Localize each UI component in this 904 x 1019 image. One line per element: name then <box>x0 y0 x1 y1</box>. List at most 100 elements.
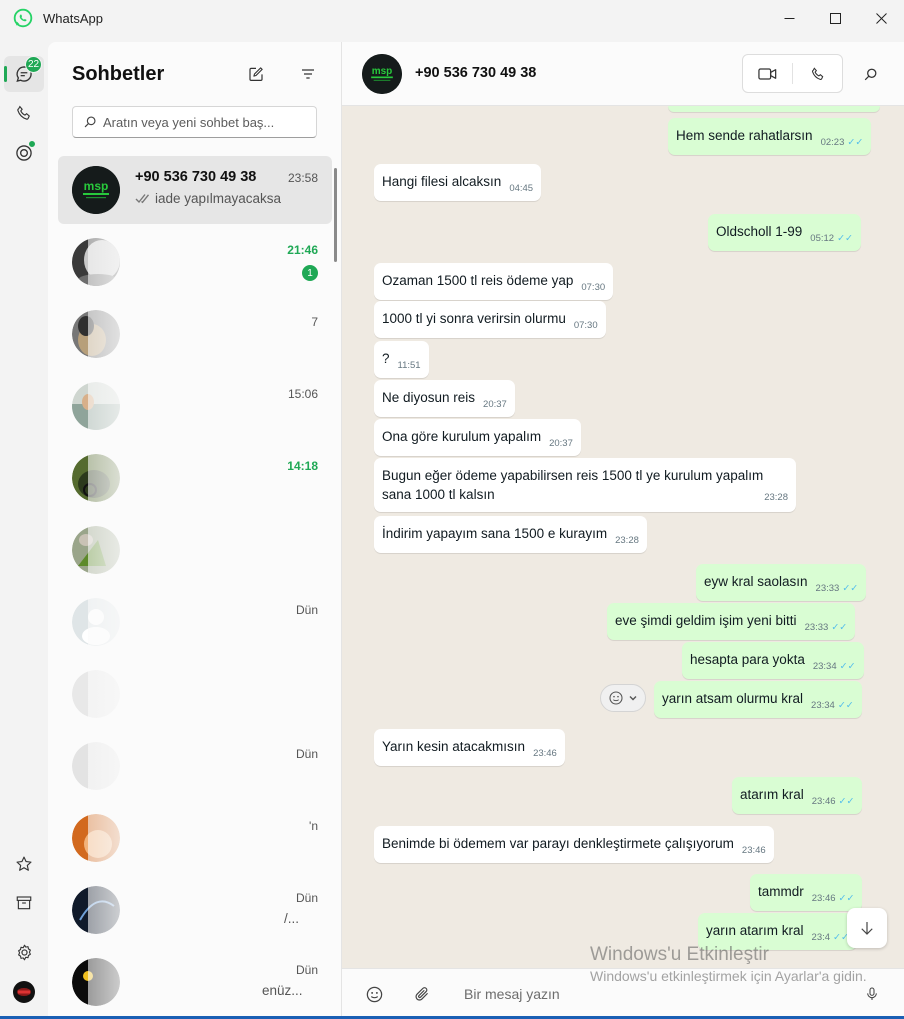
video-call-button[interactable] <box>743 55 792 92</box>
active-indicator <box>4 66 7 82</box>
redacted-area <box>88 516 298 584</box>
app-title: WhatsApp <box>43 10 103 26</box>
message-bubble[interactable]: ? 11:51 <box>374 341 429 378</box>
rail-profile-button[interactable] <box>4 974 44 1010</box>
filter-button[interactable] <box>296 62 320 86</box>
message-bubble[interactable]: yarın atarım kral 23:4 ✓✓ <box>698 913 857 950</box>
close-button[interactable] <box>858 0 904 36</box>
conversation-panel: msp +90 536 730 49 38 Hem sende rahatlar… <box>342 42 904 1019</box>
message-bubble[interactable]: Oldscholl 1-99 05:12 ✓✓ <box>708 214 861 251</box>
redacted-area <box>88 732 298 800</box>
message-bubble[interactable]: atarım kral 23:46 ✓✓ <box>732 777 863 814</box>
paperclip-icon <box>415 987 428 1001</box>
message-bubble[interactable]: Ne diyosun reis 20:37 <box>374 380 515 417</box>
chat-row-time: 23:58 <box>287 171 318 185</box>
chat-row[interactable]: 15:06 <box>58 372 332 440</box>
chat-row[interactable]: 14:18 <box>58 444 332 512</box>
message-bubble[interactable]: tammdr 23:46 ✓✓ <box>750 874 863 911</box>
svg-text:msp: msp <box>84 179 109 193</box>
phone-icon <box>17 105 30 120</box>
chat-row-preview: iade yapılmayacaksa <box>135 191 281 206</box>
message-bubble[interactable]: hesapta para yokta 23:34 ✓✓ <box>682 642 864 679</box>
smiley-icon <box>366 986 382 1002</box>
chat-row[interactable]: Dün <box>58 588 332 656</box>
redacted-area <box>88 372 298 440</box>
message-bubble[interactable]: Ozaman 1500 tl reis ödeme yap 07:30 <box>374 263 614 300</box>
redacted-area <box>88 588 298 656</box>
reaction-button[interactable] <box>600 684 646 712</box>
search-input[interactable] <box>103 114 303 130</box>
navigation-rail: 22 <box>0 36 48 1019</box>
chat-row-time: 7 <box>311 315 318 329</box>
conversation-contact-name[interactable]: +90 536 730 49 38 <box>415 65 536 81</box>
voice-message-button[interactable] <box>860 982 884 1006</box>
chat-row[interactable]: Dün enüz... <box>58 948 332 1016</box>
chat-row-preview-text: iade yapılmayacaksa <box>155 191 282 206</box>
gear-icon <box>17 944 31 960</box>
new-chat-button[interactable] <box>244 62 268 86</box>
attach-button[interactable] <box>410 982 434 1006</box>
close-icon <box>875 12 887 24</box>
chat-row-time: Dün <box>295 891 318 905</box>
message-bubble[interactable]: Hem sende rahatlarsın 02:23 ✓✓ <box>668 118 872 155</box>
phone-icon <box>811 66 823 80</box>
redacted-area <box>88 804 298 872</box>
message-bubble[interactable]: yarın atsam olurmu kral 23:34 ✓✓ <box>654 681 862 718</box>
message-bubble[interactable]: Yarın kesin atacakmısın 23:46 <box>374 729 565 766</box>
maximize-button[interactable] <box>812 0 858 36</box>
conversation-avatar[interactable]: msp <box>362 54 402 94</box>
arrow-down-icon <box>861 922 873 935</box>
chat-row[interactable] <box>58 660 332 728</box>
message-bubble[interactable]: Bugun eğer ödeme yapabilirsen reis 1500 … <box>374 458 796 512</box>
redacted-area <box>88 444 298 512</box>
rail-calls-button[interactable] <box>4 95 44 131</box>
rail-status-button[interactable] <box>4 135 44 171</box>
chat-list-header: Sohbetler <box>48 42 341 106</box>
message-bubble[interactable]: eve şimdi geldim işim yeni bitti 23:33 ✓✓ <box>607 603 856 640</box>
message-bubble[interactable]: Ona göre kurulum yapalım 20:37 <box>374 419 581 456</box>
star-icon <box>16 856 32 871</box>
chat-row[interactable] <box>58 516 332 584</box>
minimize-button[interactable] <box>766 0 812 36</box>
read-receipt-icon: ✓✓ <box>831 622 848 633</box>
emoji-button[interactable] <box>362 982 386 1006</box>
rail-starred-button[interactable] <box>4 846 44 882</box>
message-bubble[interactable]: İndirim yapayım sana 1500 e kurayım 23:28 <box>374 516 647 553</box>
chat-row-selected[interactable]: msp +90 536 730 49 38 23:58 iade yapılma… <box>58 156 332 224</box>
redacted-area <box>88 948 298 1016</box>
chat-row-name: +90 536 730 49 38 <box>135 169 257 185</box>
rail-archive-button[interactable] <box>4 885 44 921</box>
smiley-icon <box>609 691 623 705</box>
chat-list-scrollbar[interactable] <box>334 168 337 262</box>
search-box[interactable] <box>72 106 317 138</box>
chevron-down-icon <box>629 696 637 701</box>
message-bubble-partial <box>668 106 880 112</box>
chat-row[interactable]: 'n <box>58 804 332 872</box>
conversation-search-button[interactable] <box>858 62 882 86</box>
minimize-icon <box>784 17 794 19</box>
message-bubble[interactable]: Benimde bi ödemem var parayı denkleştirm… <box>374 826 774 863</box>
microphone-icon <box>867 987 877 1000</box>
message-bubble[interactable]: 1000 tl yi sonra verirsin olurmu 07:30 <box>374 301 606 338</box>
chat-row[interactable]: Dün <box>58 732 332 800</box>
chat-row[interactable]: 21:46 1 <box>58 228 332 296</box>
chat-row-time: 21:46 <box>287 243 318 257</box>
redacted-area <box>88 876 298 944</box>
rail-settings-button[interactable] <box>4 934 44 970</box>
read-receipt-icon: ✓✓ <box>839 661 856 672</box>
window-controls <box>766 0 904 36</box>
rail-chats-button[interactable]: 22 <box>4 56 44 92</box>
new-chat-icon <box>249 67 263 81</box>
voice-call-button[interactable] <box>793 55 842 92</box>
chat-row[interactable]: 7 <box>58 300 332 368</box>
maximize-icon <box>829 12 841 24</box>
chat-row-time: Dün <box>295 747 318 761</box>
scroll-to-bottom-button[interactable] <box>847 908 887 948</box>
message-bubble[interactable]: Hangi filesi alcaksın 04:45 <box>374 164 542 201</box>
message-input[interactable] <box>464 979 844 1009</box>
read-receipt-icon: ✓✓ <box>837 233 853 244</box>
chat-row[interactable]: Dün /... <box>58 876 332 944</box>
message-bubble[interactable]: eyw kral saolasın 23:33 ✓✓ <box>696 564 867 601</box>
chat-row-preview: /... <box>284 911 300 926</box>
chat-row-time: Dün <box>295 963 318 977</box>
